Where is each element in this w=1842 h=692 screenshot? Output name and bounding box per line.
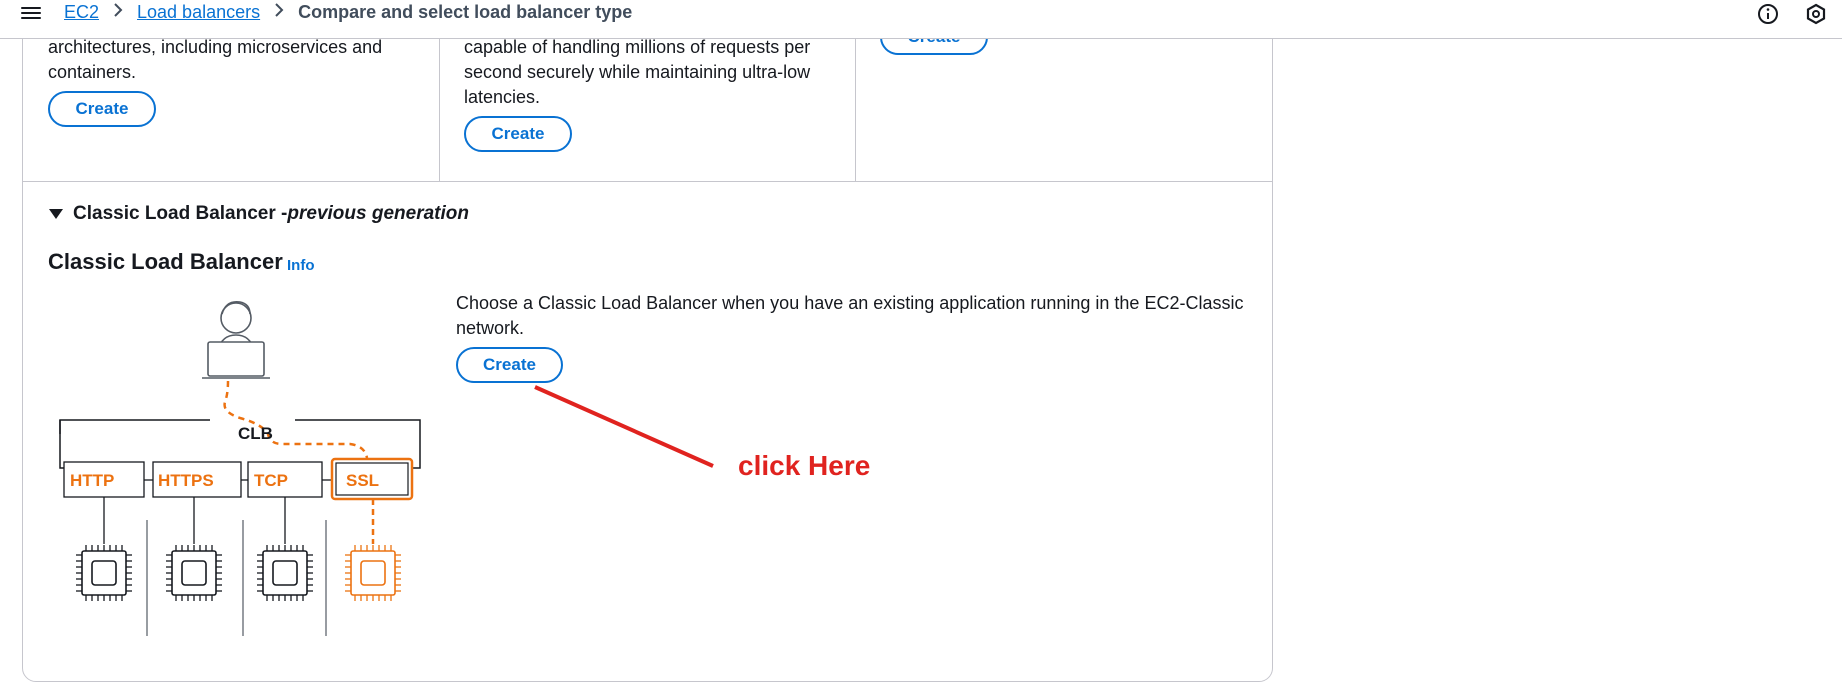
hexagon-settings-icon[interactable] xyxy=(1805,3,1827,25)
desc-line: Choose a Classic Load Balancer when you … xyxy=(456,293,1244,313)
desc-line: containers. xyxy=(48,62,137,82)
desc-line: second securely while maintaining ultra-… xyxy=(464,62,811,82)
create-alb-button[interactable]: Create xyxy=(48,91,156,127)
create-nlb-button[interactable]: Create xyxy=(464,116,572,152)
nlb-description: capable of handling millions of requests… xyxy=(464,35,810,110)
chevron-right-icon xyxy=(274,2,284,23)
expander-label-italic: previous generation xyxy=(287,203,469,224)
classic-lb-diagram: CLB HTTP HTTPS TCP SSL xyxy=(59,300,421,636)
clb-label: CLB xyxy=(238,424,273,443)
create-classic-lb-button[interactable]: Create xyxy=(456,347,563,383)
section-divider xyxy=(23,181,1272,182)
classic-lb-title: Classic Load Balancer xyxy=(48,249,283,274)
breadcrumb-load-balancers-link[interactable]: Load balancers xyxy=(137,2,260,23)
classic-lb-description: Choose a Classic Load Balancer when you … xyxy=(456,291,1256,341)
info-link[interactable]: Info xyxy=(287,257,315,274)
processor-chip-icon xyxy=(257,545,313,601)
breadcrumb: EC2 Load balancers Compare and select lo… xyxy=(64,2,632,23)
protocol-ssl-label: SSL xyxy=(346,471,379,490)
caret-down-icon xyxy=(49,209,63,219)
info-circle-icon[interactable] xyxy=(1757,3,1779,25)
protocol-tcp-label: TCP xyxy=(254,471,288,490)
top-navigation-bar: EC2 Load balancers Compare and select lo… xyxy=(0,0,1842,39)
breadcrumb-ec2-link[interactable]: EC2 xyxy=(64,2,99,23)
user-laptop-icon xyxy=(202,300,270,379)
expander-label: Classic Load Balancer - xyxy=(73,203,288,224)
hamburger-menu-icon[interactable] xyxy=(21,4,41,22)
desc-line: latencies. xyxy=(464,87,541,107)
processor-chip-icon xyxy=(345,545,401,601)
breadcrumb-current-page: Compare and select load balancer type xyxy=(298,2,633,22)
click-here-annotation: click Here xyxy=(738,450,871,481)
processor-chip-icon xyxy=(76,545,132,601)
protocol-http-label: HTTP xyxy=(70,471,114,490)
chevron-right-icon xyxy=(113,2,123,23)
desc-line: network. xyxy=(456,318,525,338)
processor-chip-icon xyxy=(166,545,222,601)
protocol-https-label: HTTPS xyxy=(158,471,214,490)
alb-description: architectures, including microservices a… xyxy=(48,35,382,85)
classic-lb-expander[interactable]: Classic Load Balancer - previous generat… xyxy=(49,203,469,225)
